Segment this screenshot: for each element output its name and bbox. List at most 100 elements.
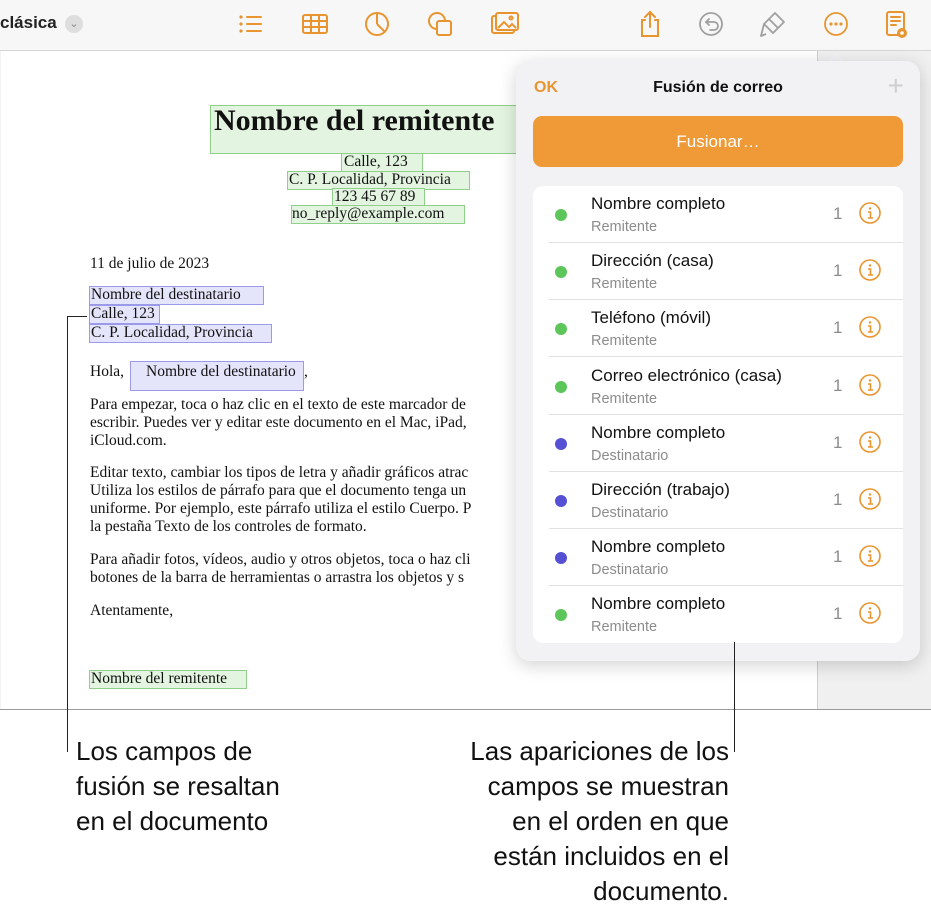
field-title: Nombre completo bbox=[591, 422, 726, 442]
field-color-dot bbox=[555, 609, 567, 622]
callout-left: Los campos de fusión se resaltan en el d… bbox=[76, 734, 280, 839]
body-line: Para empezar, toca o haz clic en el text… bbox=[90, 396, 466, 413]
chevron-down-icon[interactable]: ⌄ bbox=[65, 15, 83, 33]
toolbar: clásica ⌄ bbox=[0, 0, 931, 51]
field-subtitle: Remitente bbox=[591, 619, 658, 636]
list-icon[interactable] bbox=[234, 8, 266, 40]
body-line: escribir. Puedes ver y editar este docum… bbox=[90, 414, 467, 431]
shapes-icon[interactable] bbox=[424, 8, 456, 40]
field-count: 1 bbox=[833, 547, 843, 567]
info-icon[interactable] bbox=[859, 316, 881, 339]
greeting-prefix: Hola, bbox=[90, 363, 125, 380]
signature-name: Nombre del remitente bbox=[91, 670, 228, 687]
body-line: la pestaña Texto de los controles de for… bbox=[90, 518, 367, 535]
document-title[interactable]: clásica bbox=[0, 13, 57, 33]
field-count: 1 bbox=[833, 604, 843, 624]
reader-icon[interactable] bbox=[880, 8, 912, 40]
format-brush-icon[interactable] bbox=[757, 8, 789, 40]
field-count: 1 bbox=[833, 318, 843, 338]
field-subtitle: Remitente bbox=[591, 276, 658, 293]
field-color-dot bbox=[555, 437, 567, 450]
body-line: Editar texto, cambiar los tipos de letra… bbox=[90, 464, 469, 481]
field-subtitle: Destinatario bbox=[591, 505, 669, 521]
body-line: Para añadir fotos, vídeos, audio y otros… bbox=[90, 551, 471, 568]
info-icon[interactable] bbox=[859, 488, 881, 510]
merge-field-row[interactable]: Dirección (casa) Remitente 1 bbox=[533, 243, 903, 301]
info-icon[interactable] bbox=[859, 545, 881, 567]
field-title: Dirección (casa) bbox=[591, 251, 714, 271]
callout-leader-left bbox=[67, 316, 68, 752]
info-icon[interactable] bbox=[859, 259, 881, 281]
sender-name-heading: Nombre del remitente bbox=[214, 104, 495, 137]
callout-line-text: están incluidos en el bbox=[493, 841, 729, 871]
field-count: 1 bbox=[833, 432, 843, 452]
field-title: Correo electrónico (casa) bbox=[591, 365, 782, 385]
field-subtitle: Remitente bbox=[591, 390, 658, 407]
field-color-dot bbox=[555, 495, 567, 507]
callout-right: Las apariciones de los campos se muestra… bbox=[470, 734, 729, 909]
field-color-dot bbox=[555, 209, 567, 221]
popover-title: Fusión de correo bbox=[653, 79, 783, 96]
field-title: Nombre completo bbox=[591, 594, 726, 614]
field-subtitle: Remitente bbox=[591, 219, 658, 235]
merge-button[interactable]: Fusionar… bbox=[533, 116, 903, 167]
undo-icon[interactable] bbox=[695, 8, 727, 40]
sender-city: C. P. Localidad, Provincia bbox=[289, 171, 451, 188]
info-icon[interactable] bbox=[859, 373, 881, 396]
merge-field-row[interactable]: Teléfono (móvil) Remitente 1 bbox=[533, 300, 903, 358]
field-subtitle: Destinatario bbox=[591, 562, 669, 579]
field-color-dot bbox=[555, 380, 567, 393]
merge-field-row[interactable]: Nombre completo Remitente 1 bbox=[533, 586, 903, 643]
callout-line-text: en el orden en que bbox=[512, 806, 729, 836]
merge-field-list: Nombre completo Remitente 1 Dirección (casa… bbox=[533, 186, 903, 643]
field-color-dot bbox=[555, 323, 567, 336]
table-icon[interactable] bbox=[299, 8, 331, 40]
field-subtitle: Remitente bbox=[591, 333, 658, 350]
field-title: Nombre completo bbox=[591, 537, 726, 557]
field-subtitle: Destinatario bbox=[591, 447, 669, 464]
info-icon[interactable] bbox=[859, 430, 881, 453]
callout-leader-right bbox=[734, 642, 735, 752]
more-icon[interactable] bbox=[820, 8, 852, 40]
sender-street: Calle, 123 bbox=[344, 153, 408, 170]
field-title: Dirección (trabajo) bbox=[591, 480, 730, 499]
callout-leader-left-tick bbox=[67, 316, 87, 317]
add-icon[interactable]: + bbox=[888, 72, 904, 100]
mail-merge-popover: OK Fusión de correo + Fusionar… Nombre c… bbox=[516, 61, 920, 661]
field-title: Teléfono (móvil) bbox=[591, 308, 711, 328]
body-line: uniforme. Por ejemplo, este párrafo util… bbox=[90, 500, 472, 517]
callout-line-text: campos se muestran bbox=[487, 771, 729, 801]
field-count: 1 bbox=[833, 490, 843, 509]
merge-field-row[interactable]: Nombre completo Remitente 1 bbox=[533, 186, 903, 243]
merge-field-row[interactable]: Correo electrónico (casa) Remitente 1 bbox=[533, 358, 903, 415]
callout-line-text: fusión se resaltan bbox=[76, 771, 280, 801]
field-title: Nombre completo bbox=[591, 194, 726, 213]
share-icon[interactable] bbox=[634, 8, 666, 40]
merge-field-row[interactable]: Dirección (trabajo) Destinatario 1 bbox=[533, 472, 903, 529]
greeting-name: Nombre del destinatario bbox=[146, 363, 296, 380]
sender-email: no_reply@example.com bbox=[292, 205, 445, 222]
info-icon[interactable] bbox=[859, 602, 881, 625]
field-count: 1 bbox=[833, 261, 843, 281]
media-icon[interactable] bbox=[489, 8, 521, 40]
body-line: Utiliza los estilos de párrafo para que … bbox=[90, 482, 467, 499]
merge-field-row[interactable]: Nombre completo Destinatario 1 bbox=[533, 529, 903, 587]
chart-icon[interactable] bbox=[361, 8, 393, 40]
recipient-city: C. P. Localidad, Provincia bbox=[91, 324, 253, 341]
field-count: 1 bbox=[833, 375, 843, 395]
closing-text: Atentamente, bbox=[90, 602, 174, 619]
callout-line-text: Los campos de bbox=[76, 736, 253, 766]
merge-field-row[interactable]: Nombre completo Destinatario 1 bbox=[533, 415, 903, 472]
recipient-name: Nombre del destinatario bbox=[91, 286, 241, 303]
field-count: 1 bbox=[833, 204, 843, 223]
callout-line-text: Las apariciones de los bbox=[470, 736, 729, 766]
field-color-dot bbox=[555, 266, 567, 279]
info-icon[interactable] bbox=[859, 202, 881, 224]
body-line: iCloud.com. bbox=[90, 432, 167, 449]
letter-date: 11 de julio de 2023 bbox=[90, 255, 210, 272]
sender-phone: 123 45 67 89 bbox=[334, 188, 416, 205]
callout-line-text: documento. bbox=[593, 876, 729, 906]
greeting-suffix: , bbox=[304, 363, 308, 380]
callout-line-text: en el documento bbox=[76, 806, 269, 836]
recipient-street: Calle, 123 bbox=[91, 305, 155, 322]
